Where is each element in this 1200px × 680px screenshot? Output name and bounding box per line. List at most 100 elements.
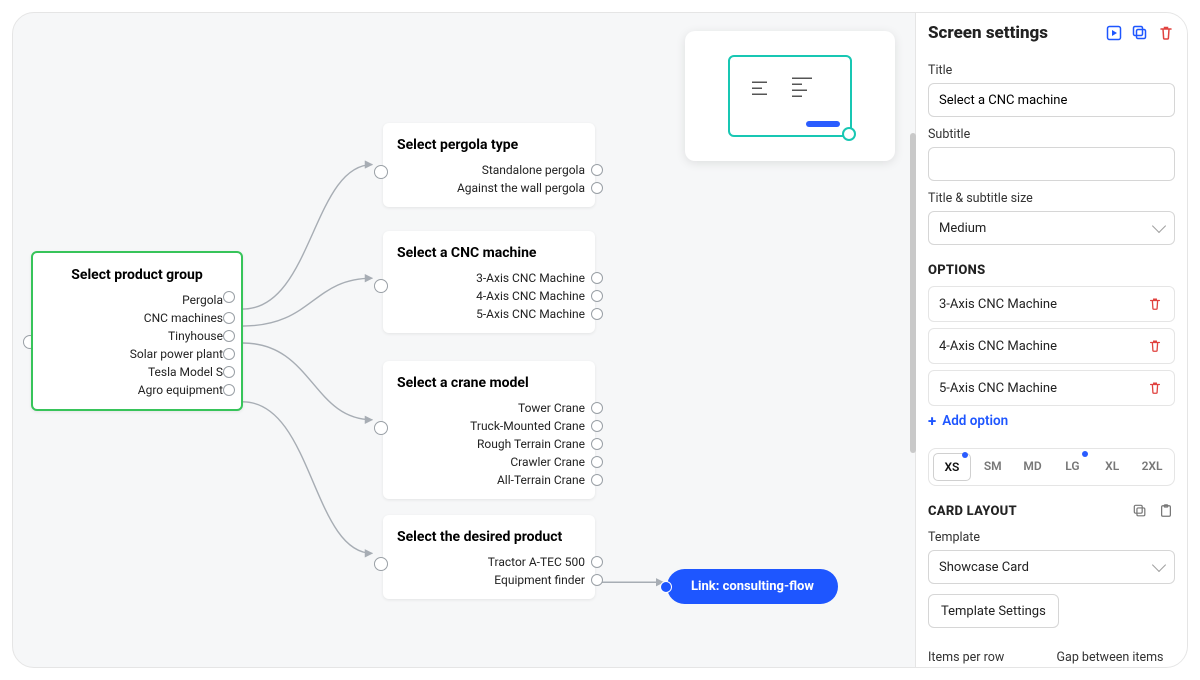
preview-selected-frame: ▬▬▬▬▬▬▬▬ ▬▬▬▬▬▬▬▬▬▬▬ [728,55,852,137]
option-row[interactable]: 5-Axis CNC Machine [397,305,581,323]
output-port[interactable] [591,164,603,176]
option-row[interactable]: Tower Crane [397,399,581,417]
option-row[interactable]: All-Terrain Crane [397,471,581,489]
option-item[interactable]: 4-Axis CNC Machine [928,328,1175,364]
preview-icon[interactable] [1105,24,1123,42]
input-port[interactable] [374,165,388,179]
node-select-cnc-machine[interactable]: Select a CNC machine 3-Axis CNC Machine … [383,231,595,333]
node-select-product-group[interactable]: Select product group Pergola CNC machine… [31,251,243,411]
input-port[interactable] [374,421,388,435]
option-label: Crawler Crane [510,455,585,469]
node-title: Select the desired product [397,529,581,545]
output-port[interactable] [591,290,603,302]
option-label: Tesla Model S [148,365,223,379]
panel-heading: Screen settings [928,23,1048,43]
chevron-down-icon [1152,558,1166,572]
input-port[interactable] [374,279,388,293]
option-row[interactable]: Truck-Mounted Crane [397,417,581,435]
option-label: Tower Crane [518,401,585,415]
delete-option-icon[interactable] [1146,379,1164,397]
option-row[interactable]: 4-Axis CNC Machine [397,287,581,305]
items-per-row-label: Items per row [928,650,1047,665]
option-row[interactable]: Solar power plant [47,345,227,363]
option-row[interactable]: Against the wall pergola [397,179,581,197]
node-select-crane-model[interactable]: Select a crane model Tower Crane Truck-M… [383,361,595,499]
output-port[interactable] [591,402,603,414]
output-port[interactable] [591,574,603,586]
output-port[interactable] [223,330,235,342]
option-row[interactable]: Tinyhouse [47,327,227,345]
add-option-button[interactable]: + Add option [928,412,1175,430]
title-input[interactable] [928,83,1175,117]
breakpoint-tab-2xl[interactable]: 2XL [1134,453,1170,481]
output-port[interactable] [223,366,235,378]
flow-canvas[interactable]: ▬▬▬▬▬▬▬▬ ▬▬▬▬▬▬▬▬▬▬▬ Select pr [13,13,915,667]
option-row[interactable]: Tesla Model S [47,363,227,381]
option-row[interactable]: Equipment finder [397,571,581,589]
option-item[interactable]: 5-Axis CNC Machine [928,370,1175,406]
card-layout-heading: CARD LAYOUT [928,504,1017,519]
screen-preview-thumbnail[interactable]: ▬▬▬▬▬▬▬▬ ▬▬▬▬▬▬▬▬▬▬▬ [685,31,895,161]
panel-scrollbar[interactable] [910,133,916,453]
output-port[interactable] [591,308,603,320]
template-select[interactable]: Showcase Card [928,550,1175,584]
breakpoint-tab-md[interactable]: MD [1015,453,1051,481]
option-item[interactable]: 3-Axis CNC Machine [928,286,1175,322]
output-port[interactable] [591,456,603,468]
node-select-pergola-type[interactable]: Select pergola type Standalone pergola A… [383,123,595,207]
option-row[interactable]: Rough Terrain Crane [397,435,581,453]
output-port[interactable] [223,312,235,324]
option-row[interactable]: Crawler Crane [397,453,581,471]
output-port[interactable] [591,556,603,568]
option-row[interactable]: Standalone pergola [397,161,581,179]
delete-option-icon[interactable] [1146,337,1164,355]
select-value: Medium [939,221,986,236]
link-node-consulting-flow[interactable]: Link: consulting-flow [667,569,838,604]
output-port[interactable] [223,291,235,303]
option-row[interactable]: Tractor A-TEC 500 [397,553,581,571]
paste-layout-icon[interactable] [1157,502,1175,520]
option-label: Equipment finder [494,573,585,587]
delete-option-icon[interactable] [1146,295,1164,313]
plus-icon: + [928,412,936,430]
subtitle-input[interactable] [928,147,1175,181]
options-heading: OPTIONS [928,263,1175,278]
option-label: All-Terrain Crane [497,473,585,487]
copy-layout-icon[interactable] [1131,502,1149,520]
breakpoint-tab-lg[interactable]: LG [1054,453,1090,481]
link-label: Link: consulting-flow [691,579,814,594]
chevron-down-icon [1152,219,1166,233]
delete-icon[interactable] [1157,24,1175,42]
node-select-desired-product[interactable]: Select the desired product Tractor A-TEC… [383,515,595,599]
output-port[interactable] [591,182,603,194]
output-port[interactable] [223,348,235,360]
option-label: 3-Axis CNC Machine [476,271,585,285]
input-port[interactable] [374,557,388,571]
template-settings-button[interactable]: Template Settings [928,594,1059,628]
option-row[interactable]: CNC machines [47,309,227,327]
add-option-label: Add option [942,413,1008,429]
changed-indicator-dot [1082,451,1088,457]
output-port[interactable] [591,420,603,432]
node-title: Select pergola type [397,137,581,153]
breakpoint-tab-sm[interactable]: SM [975,453,1011,481]
breakpoint-tab-xs[interactable]: XS [933,453,971,481]
output-port[interactable] [591,272,603,284]
input-port[interactable] [660,581,672,593]
screen-settings-panel: Screen settings Title Subtitle Title & s… [915,13,1187,667]
duplicate-icon[interactable] [1131,24,1149,42]
option-row[interactable]: Agro equipment [47,381,227,399]
option-label: CNC machines [144,311,223,325]
option-label: 5-Axis CNC Machine [476,307,585,321]
output-port[interactable] [591,474,603,486]
breakpoint-tab-xl[interactable]: XL [1094,453,1130,481]
option-row[interactable]: 3-Axis CNC Machine [397,269,581,287]
option-label: Agro equipment [138,383,223,397]
option-row[interactable]: Pergola [47,291,227,309]
subtitle-label: Subtitle [928,127,1175,142]
title-label: Title [928,63,1175,78]
output-port[interactable] [591,438,603,450]
output-port[interactable] [223,384,235,396]
title-size-select[interactable]: Medium [928,211,1175,245]
option-label: Pergola [182,293,223,307]
